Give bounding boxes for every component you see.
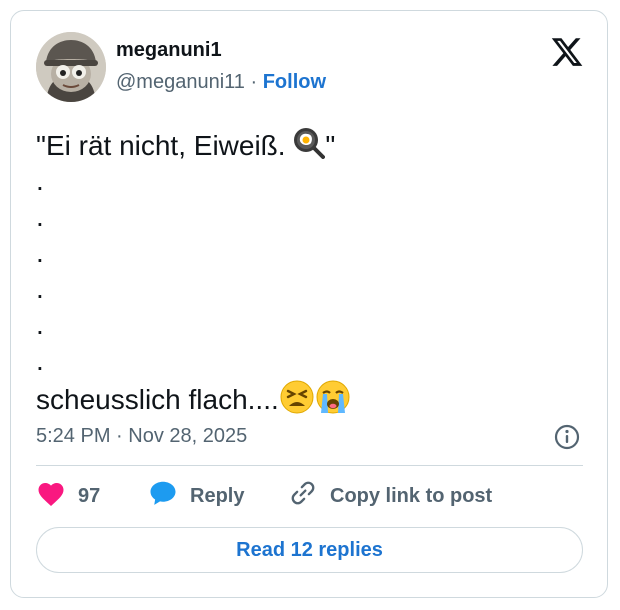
tweet-timestamp[interactable]: 5:24 PM · Nov 28, 2025 <box>36 425 247 448</box>
x-logo-icon[interactable] <box>550 35 584 69</box>
action-bar: 97 Reply Copy link to post <box>36 481 583 511</box>
loudly-crying-face-icon <box>315 379 351 424</box>
tweet-line-1-end: " <box>325 129 336 161</box>
like-count: 97 <box>78 484 101 507</box>
author-handle-row: @meganuni11 · Follow <box>116 71 326 94</box>
timestamp-separator: · <box>116 425 123 447</box>
tweet-dot-line: . <box>36 237 44 268</box>
reply-label: Reply <box>190 484 245 507</box>
copy-link-button[interactable]: Copy link to post <box>288 481 492 511</box>
tweet-card: meganuni1 @meganuni11 · Follow "Ei rät n… <box>10 10 608 598</box>
tweet-line-1: "Ei rät nicht, Eiweiß. " <box>36 127 351 163</box>
fried-egg-in-pan-icon <box>293 127 326 168</box>
follow-button[interactable]: Follow <box>263 71 326 93</box>
handle-separator: · <box>250 71 258 93</box>
avatar[interactable] <box>36 32 106 102</box>
tired-face-icon <box>279 379 315 424</box>
copy-link-label: Copy link to post <box>330 484 493 507</box>
info-icon[interactable] <box>553 423 581 451</box>
tweet-dot-line: . <box>36 309 44 340</box>
tweet-dot-line: . <box>36 273 44 304</box>
reply-button[interactable]: Reply <box>148 481 244 511</box>
read-replies-button[interactable]: Read 12 replies <box>36 527 583 573</box>
tweet-dot-line: . <box>36 201 44 232</box>
tweet-last-line-text: scheusslich flach.... <box>36 383 279 415</box>
link-icon <box>288 479 318 513</box>
tweet-time[interactable]: 5:24 PM <box>36 425 110 447</box>
author-display-name[interactable]: meganuni1 <box>116 39 222 62</box>
tweet-dot-line: . <box>36 345 44 376</box>
tweet-text: "Ei rät nicht, Eiweiß. " . . . . . . sch… <box>36 127 351 415</box>
tweet-last-line: scheusslich flach.... <box>36 379 351 415</box>
reply-bubble-icon <box>148 479 178 513</box>
tweet-date[interactable]: Nov 28, 2025 <box>128 425 247 447</box>
author-handle[interactable]: @meganuni11 <box>116 71 245 93</box>
like-button[interactable]: 97 <box>36 481 100 511</box>
divider <box>36 465 583 466</box>
tweet-line-1-text: "Ei rät nicht, Eiweiß. <box>36 129 294 161</box>
tweet-dot-line: . <box>36 165 44 196</box>
heart-icon <box>36 479 66 513</box>
